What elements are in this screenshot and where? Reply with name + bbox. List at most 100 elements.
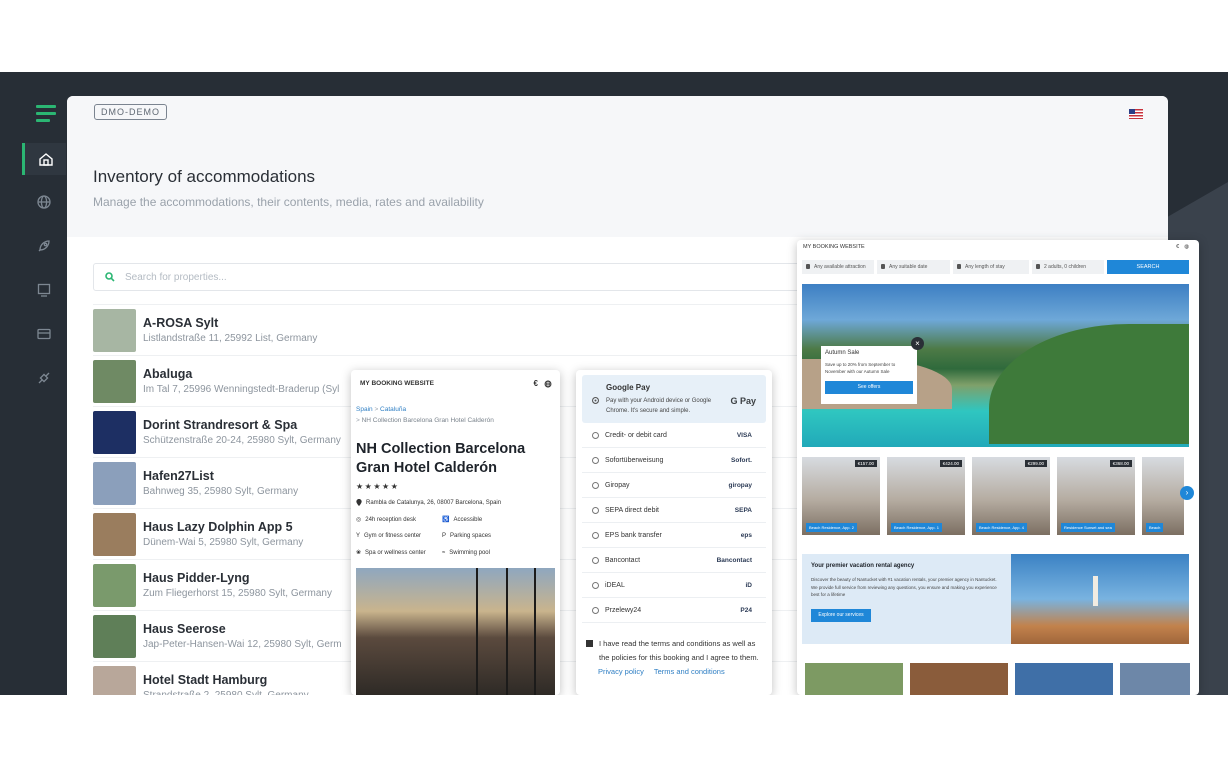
breadcrumb-region[interactable]: Cataluña	[380, 406, 406, 413]
payment-radio[interactable]	[592, 456, 599, 464]
property-address: Dünem-Wai 5, 25980 Sylt, Germany	[143, 537, 304, 548]
website-currency[interactable]: €	[1176, 244, 1179, 250]
rental-thumbnail[interactable]: €299.00 Beach Residence, App. 4	[972, 457, 1050, 535]
payment-label: SEPA direct debit	[605, 506, 659, 514]
privacy-policy-link[interactable]: Privacy policy	[598, 667, 644, 676]
payment-radio[interactable]	[592, 431, 599, 439]
property-row[interactable]: A-ROSA Sylt Listlandstraße 11, 25992 List…	[93, 304, 803, 355]
terms-text: I have read the terms and conditions as …	[599, 639, 759, 662]
property-name: A-ROSA Sylt	[143, 316, 219, 330]
google-pay-label: Google Pay	[606, 383, 651, 392]
language-flag-icon[interactable]	[1129, 109, 1143, 119]
location-pin-icon	[356, 499, 362, 506]
facility-item: Gym or fitness center	[364, 533, 422, 539]
rental-thumbnail[interactable]: Beach	[1142, 457, 1184, 535]
payment-logo: eps	[740, 531, 752, 539]
website-search-button[interactable]: SEARCH	[1107, 260, 1189, 274]
gallery-image[interactable]	[805, 663, 903, 695]
lighthouse-image	[1011, 554, 1189, 644]
gym-icon: Y	[356, 533, 361, 539]
rental-tag: Residence Sunset and sea	[1061, 523, 1115, 532]
search-input[interactable]	[125, 271, 725, 283]
sale-popup: Autumn Sale Save up to 20% from Septembe…	[821, 346, 917, 404]
gallery-image[interactable]	[1015, 663, 1113, 695]
rental-tag: Beach Residence, App. 2	[806, 523, 857, 532]
property-address: Bahnweg 35, 25980 Sylt, Germany	[143, 486, 299, 497]
date-filter[interactable]: Any suitable date	[877, 260, 950, 274]
close-icon[interactable]: ×	[911, 337, 924, 350]
payment-label: Przelewy24	[605, 606, 642, 614]
site-title: MY BOOKING WEBSITE	[360, 380, 434, 387]
google-pay-description: Pay with your Android device or Google C…	[606, 398, 712, 414]
property-name: Haus Pidder-Lyng	[143, 571, 250, 585]
currency-selector[interactable]: €	[534, 379, 538, 388]
rail-card-icon[interactable]	[22, 318, 66, 350]
guests-filter[interactable]: 2 adults, 0 children	[1032, 260, 1104, 274]
rental-thumbnail[interactable]: €424.00 Beach Residence, App. 1	[887, 457, 965, 535]
payment-methods: Credit- or debit card VISA Sofortüberweisu…	[582, 423, 766, 623]
property-address: Strandstraße 2, 25980 Sylt, Germany	[143, 690, 309, 695]
rental-price: €424.00	[939, 460, 962, 467]
property-thumbnail	[93, 512, 136, 556]
globe-icon[interactable]	[544, 380, 552, 388]
property-name: Haus Lazy Dolphin App 5	[143, 520, 293, 534]
rail-monitor-icon[interactable]	[22, 274, 66, 306]
payment-card: Google Pay Pay with your Android device …	[576, 370, 772, 695]
page-subtitle: Manage the accommodations, their content…	[93, 195, 484, 209]
payment-option[interactable]: Sofortüberweisung Sofort.	[582, 448, 766, 473]
gallery-image[interactable]	[1120, 663, 1190, 695]
spa-icon: ❀	[356, 550, 362, 556]
app-stage: DMO-DEMO Inventory of accommodations Man…	[0, 72, 1228, 695]
sale-title: Autumn Sale	[825, 350, 860, 356]
payment-option[interactable]: SEPA direct debit SEPA	[582, 498, 766, 523]
facility-item: Spa or wellness center	[365, 549, 426, 556]
payment-radio[interactable]	[592, 481, 599, 489]
property-search[interactable]	[93, 263, 803, 291]
sale-offers-button[interactable]: See offers	[825, 381, 913, 394]
rental-thumbnail[interactable]: €368.00 Residence Sunset and sea	[1057, 457, 1135, 535]
breadcrumb-country[interactable]: Spain	[356, 406, 373, 413]
payment-logo: VISA	[736, 431, 752, 439]
terms-checkbox[interactable]	[586, 640, 593, 647]
terms-conditions-link[interactable]: Terms and conditions	[654, 667, 725, 676]
menu-logo-icon[interactable]	[36, 105, 56, 123]
rail-globe-icon[interactable]	[22, 186, 66, 218]
rental-thumbnail[interactable]: €157.00 Beach Residence, App. 2	[802, 457, 880, 535]
payment-radio[interactable]	[592, 581, 599, 589]
carousel-next-icon[interactable]: ›	[1180, 486, 1194, 500]
property-thumbnail	[93, 461, 136, 505]
rail-rocket-icon[interactable]	[22, 230, 66, 262]
gallery-image[interactable]	[910, 663, 1008, 695]
payment-radio[interactable]	[592, 556, 599, 564]
payment-option[interactable]: Przelewy24 P24	[582, 598, 766, 623]
payment-option[interactable]: Credit- or debit card VISA	[582, 423, 766, 448]
payment-radio[interactable]	[592, 506, 599, 514]
payment-option[interactable]: iDEAL iD	[582, 573, 766, 598]
property-thumbnail	[93, 410, 136, 454]
agency-title: Your premier vacation rental agency	[811, 563, 915, 569]
property-name: Haus Seerose	[143, 622, 226, 636]
payment-option[interactable]: EPS bank transfer eps	[582, 523, 766, 548]
payment-label: Credit- or debit card	[605, 431, 667, 439]
parking-icon: P	[442, 533, 447, 539]
rental-price: €368.00	[1109, 460, 1132, 467]
accessible-icon: ♿	[442, 517, 450, 523]
attraction-filter[interactable]: Any available attraction	[802, 260, 874, 274]
payment-radio[interactable]	[592, 606, 599, 614]
rail-plug-icon[interactable]	[22, 362, 66, 394]
google-pay-radio[interactable]	[592, 397, 599, 404]
hero-image: Autumn Sale Save up to 20% from Septembe…	[802, 284, 1189, 447]
explore-services-button[interactable]: Explore our services	[811, 608, 871, 622]
payment-logo: P24	[740, 606, 752, 614]
payment-option[interactable]: Giropay giropay	[582, 473, 766, 498]
payment-radio[interactable]	[592, 531, 599, 539]
payment-option[interactable]: Bancontact Bancontact	[582, 548, 766, 573]
property-thumbnail	[93, 665, 136, 695]
property-address: Im Tal 7, 25996 Wenningstedt-Braderup (S…	[143, 384, 340, 395]
rail-home-icon[interactable]	[22, 143, 66, 175]
hotel-name: NH Collection Barcelona Gran Hotel Calde…	[356, 441, 526, 476]
stay-filter[interactable]: Any length of stay	[953, 260, 1029, 274]
website-globe-icon[interactable]: ◍	[1184, 244, 1189, 250]
payment-option-google-pay[interactable]: Google Pay Pay with your Android device …	[582, 375, 766, 423]
property-thumbnail	[93, 359, 136, 403]
